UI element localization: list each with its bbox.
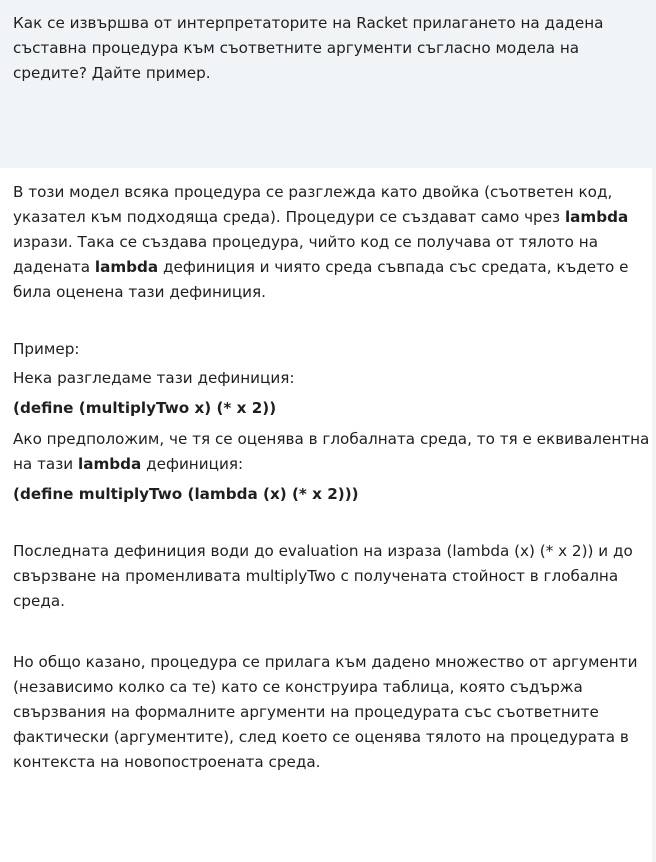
question-block: Как се извършва от интерпретаторите на R… [0,0,656,168]
code-example-2: (define multiplyTwo (lambda (x) (* x 2))… [13,485,359,503]
code-example-1: (define (multiplyTwo x) (* x 2)) [13,399,277,417]
answer-paragraph-general: Но общо казано, процедура се прилага към… [13,653,638,771]
keyword-lambda: lambda [78,455,142,473]
answer-paragraph-last-definition: Последната дефиниция води до evaluation … [13,542,633,610]
answer-paragraph-model: В този модел всяка процедура се разглежд… [13,180,652,305]
example-label: Пример: [13,340,80,358]
keyword-lambda: lambda [94,258,159,276]
answer-paragraph-assume: Ако предположим, че тя се оценява в глоб… [13,427,652,477]
question-text: Как се извършва от интерпретаторите на R… [13,14,604,82]
keyword-lambda: lambda [564,208,629,226]
right-edge-strip [652,168,656,862]
answer-block: В този модел всяка процедура се разглежд… [0,168,656,862]
consider-text: Нека разгледаме тази дефиниция: [13,369,295,387]
text-segment: дефиниция: [141,455,244,473]
text-segment: В този модел всяка процедура се разглежд… [13,183,613,226]
